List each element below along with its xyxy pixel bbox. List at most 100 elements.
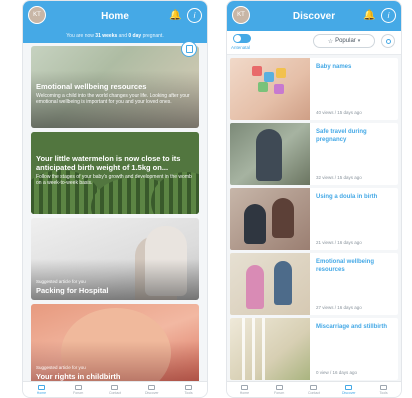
article-info: Baby names 40 views / 15 days ago: [310, 58, 398, 120]
person-image: [246, 265, 264, 309]
article-list: Baby names 40 views / 15 days ago Safe t…: [230, 58, 398, 383]
tools-icon: [380, 384, 388, 390]
block-image: [274, 84, 284, 94]
nav-tools[interactable]: Tools: [170, 382, 207, 397]
block-image: [264, 72, 274, 82]
crib-bar: [252, 318, 255, 380]
toggle-label: Antenatal: [231, 45, 251, 50]
article-thumbnail: [230, 253, 310, 315]
list-item[interactable]: Emotional wellbeing resources 27 views /…: [230, 253, 398, 315]
star-icon: ☆: [327, 38, 334, 45]
nav-label: Home: [36, 390, 47, 395]
search-button[interactable]: [381, 34, 395, 48]
nav-forum[interactable]: Forum: [262, 382, 297, 397]
person-image: [256, 129, 282, 181]
nav-forum[interactable]: Forum: [60, 382, 97, 397]
book-icon: [345, 384, 353, 390]
card-text: Emotional wellbeing resources Welcoming …: [36, 82, 194, 123]
article-info: Safe travel during pregnancy 32 views / …: [310, 123, 398, 185]
person-image: [244, 204, 266, 244]
article-title: Safe travel during pregnancy: [316, 129, 367, 143]
nav-home[interactable]: Home: [23, 382, 60, 397]
nav-label: Discover: [144, 390, 159, 395]
banner-suffix: pregnant.: [142, 33, 164, 39]
nav-label: Home: [239, 390, 250, 395]
header-actions: 🔔 i: [362, 8, 396, 23]
list-item[interactable]: Baby names 40 views / 15 days ago: [230, 58, 398, 120]
avatar[interactable]: KT: [232, 6, 250, 24]
feed-card-packing-for-hospital[interactable]: Suggested article for you Packing for Ho…: [31, 218, 199, 300]
nav-contact[interactable]: Contact: [97, 382, 134, 397]
discover-header: KT Discover 🔔 i: [227, 1, 401, 31]
list-item[interactable]: Safe travel during pregnancy 32 views / …: [230, 123, 398, 185]
feed-card-emotional-wellbeing[interactable]: Emotional wellbeing resources Welcoming …: [31, 46, 199, 128]
search-icon: [385, 38, 391, 44]
article-meta: 27 views / 16 days ago: [316, 305, 362, 310]
antenatal-toggle[interactable]: [233, 34, 251, 43]
card-body: Follow the stages of your baby's growth …: [36, 174, 192, 186]
home-feed: Emotional wellbeing resources Welcoming …: [31, 46, 199, 390]
nav-home[interactable]: Home: [227, 382, 262, 397]
banner-and: and: [118, 33, 127, 39]
sort-dropdown[interactable]: ☆ Popular ▾: [313, 34, 375, 48]
tools-icon: [185, 384, 193, 390]
nav-label: Discover: [341, 390, 356, 395]
block-image: [276, 68, 286, 78]
nav-label: Forum: [274, 390, 285, 395]
article-meta: 0 view / 16 days ago: [316, 370, 358, 375]
block-image: [252, 66, 262, 76]
crib-bar: [242, 318, 245, 380]
banner-weeks: 31 weeks: [95, 33, 118, 39]
book-icon: [148, 384, 156, 390]
filter-bar: Antenatal ☆ Popular ▾: [227, 31, 401, 55]
article-title: Miscarriage and stillbirth: [316, 324, 388, 330]
info-icon[interactable]: i: [187, 8, 202, 23]
nav-discover[interactable]: Discover: [133, 382, 170, 397]
nav-contact[interactable]: Contact: [297, 382, 332, 397]
forum-icon: [275, 384, 283, 390]
nav-label: Contact: [307, 390, 321, 395]
card-title: Your rights in childbirth: [36, 372, 121, 381]
header-actions: 🔔 i: [168, 8, 202, 23]
document-fab-button[interactable]: [181, 41, 197, 57]
list-item[interactable]: Miscarriage and stillbirth 0 view / 16 d…: [230, 318, 398, 380]
article-title: Using a doula in birth: [316, 194, 378, 200]
sort-label: Popular: [335, 38, 356, 44]
home-icon: [240, 384, 248, 390]
nav-label: Contact: [108, 390, 122, 395]
nav-discover[interactable]: Discover: [331, 382, 366, 397]
article-title: Baby names: [316, 64, 352, 70]
nav-label: Tools: [379, 390, 388, 395]
card-text: Suggested article for you Packing for Ho…: [36, 279, 194, 295]
bell-icon[interactable]: 🔔: [362, 8, 377, 23]
person-image: [272, 198, 294, 238]
article-meta: 21 views / 16 days ago: [316, 240, 362, 245]
home-header: KT Home 🔔 i: [23, 1, 207, 31]
banner-prefix: You are now: [66, 33, 94, 39]
document-icon: [185, 45, 193, 53]
article-thumbnail: [230, 58, 310, 120]
avatar[interactable]: KT: [28, 6, 46, 24]
list-item[interactable]: Using a doula in birth 21 views / 16 day…: [230, 188, 398, 250]
bottom-nav: Home Forum Contact Discover Tools: [23, 381, 207, 397]
article-meta: 40 views / 15 days ago: [316, 110, 362, 115]
nav-label: Forum: [73, 390, 84, 395]
nav-label: Tools: [184, 390, 193, 395]
info-icon[interactable]: i: [381, 8, 396, 23]
page-title: Discover: [292, 10, 336, 22]
bell-icon[interactable]: 🔔: [168, 8, 183, 23]
card-text: Your little watermelon is now close to i…: [36, 154, 194, 209]
feed-card-baby-growth[interactable]: Your little watermelon is now close to i…: [31, 132, 199, 214]
nav-tools[interactable]: Tools: [366, 382, 401, 397]
feed-card-rights-in-childbirth[interactable]: Suggested article for you Your rights in…: [31, 304, 199, 386]
page-title: Home: [101, 10, 129, 22]
banner-days: 0 day: [128, 33, 142, 39]
crib-bar: [262, 318, 265, 380]
chevron-down-icon: ▾: [357, 38, 361, 44]
person-image: [274, 261, 292, 305]
card-text: Suggested article for you Your rights in…: [36, 365, 194, 381]
phone-icon: [310, 384, 318, 390]
card-kicker: Suggested article for you: [36, 365, 86, 370]
article-info: Using a doula in birth 21 views / 16 day…: [310, 188, 398, 250]
home-screen: KT Home 🔔 i You are now 31 weeks and 0 d…: [22, 0, 208, 398]
